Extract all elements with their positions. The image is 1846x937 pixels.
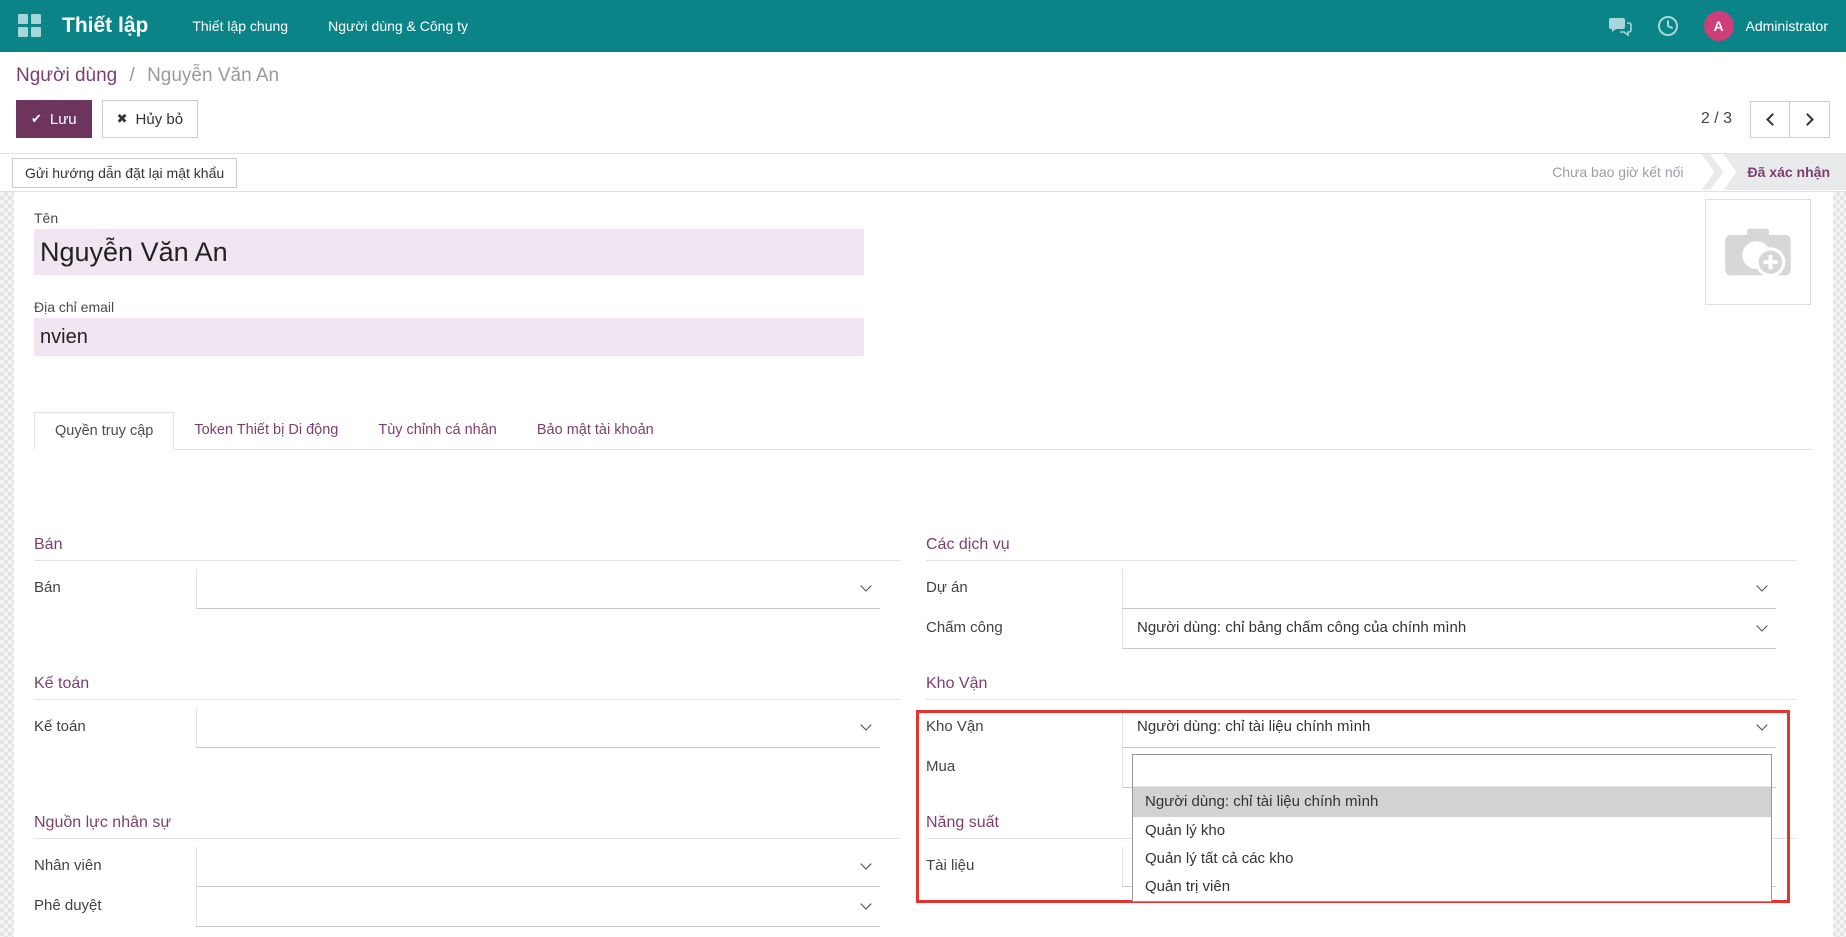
pager-next-button[interactable] bbox=[1790, 100, 1830, 138]
approvals-select[interactable] bbox=[196, 887, 880, 927]
chat-icon[interactable] bbox=[1608, 14, 1632, 38]
accounting-select[interactable] bbox=[196, 708, 880, 748]
employee-select[interactable] bbox=[196, 847, 880, 887]
chevron-down-icon bbox=[1756, 580, 1768, 592]
avatar-upload-box[interactable] bbox=[1705, 199, 1811, 305]
control-panel: Người dùng / Nguyễn Văn An ✔ Lưu ✖ Hủy b… bbox=[0, 52, 1846, 154]
chevron-down-icon bbox=[860, 858, 872, 870]
field-row-employee: Nhân viên bbox=[34, 847, 900, 887]
email-input[interactable] bbox=[34, 318, 864, 356]
check-icon: ✔ bbox=[31, 111, 42, 126]
dropdown-option-warehouse-manager[interactable]: Quản lý kho bbox=[1133, 817, 1771, 845]
field-row-timesheets: Chấm công Người dùng: chỉ bảng chấm công… bbox=[926, 609, 1796, 649]
dropdown-option-blank[interactable] bbox=[1133, 755, 1771, 787]
save-button[interactable]: ✔ Lưu bbox=[16, 100, 92, 138]
section-title-inventory: Kho Vận bbox=[926, 675, 1796, 700]
name-input[interactable] bbox=[34, 229, 864, 275]
tab-access-rights[interactable]: Quyền truy cập bbox=[34, 412, 175, 450]
reset-password-button[interactable]: Gửi hướng dẫn đặt lại mật khẩu bbox=[12, 157, 238, 188]
field-row-project: Dự án bbox=[926, 569, 1796, 609]
nav-menu: Thiết lập chung Người dùng & Công ty bbox=[192, 18, 468, 34]
chevron-down-icon bbox=[860, 719, 872, 731]
field-row-accounting: Kế toán bbox=[34, 708, 900, 748]
nav-item-general-settings[interactable]: Thiết lập chung bbox=[192, 18, 288, 34]
timesheets-select[interactable]: Người dùng: chỉ bảng chấm công của chính… bbox=[1122, 609, 1776, 649]
name-label: Tên bbox=[34, 210, 59, 226]
nav-item-users-companies[interactable]: Người dùng & Công ty bbox=[328, 18, 468, 34]
chevron-left-icon bbox=[1765, 112, 1779, 126]
chevron-down-icon bbox=[1756, 620, 1768, 632]
notebook-tabs: Quyền truy cập Token Thiết bị Di động Tù… bbox=[34, 412, 1813, 450]
breadcrumb: Người dùng / Nguyễn Văn An bbox=[16, 65, 1830, 87]
chevron-down-icon bbox=[860, 580, 872, 592]
pager-previous-button[interactable] bbox=[1750, 100, 1790, 138]
section-title-hr: Nguồn lực nhân sự bbox=[34, 814, 900, 839]
apps-grid-icon[interactable] bbox=[18, 14, 42, 38]
form-statusbar: Gửi hướng dẫn đặt lại mật khẩu Chưa bao … bbox=[0, 154, 1846, 192]
user-name[interactable]: Administrator bbox=[1746, 18, 1828, 34]
status-never-connected[interactable]: Chưa bao giờ kết nối bbox=[1552, 154, 1701, 190]
camera-plus-icon bbox=[1725, 228, 1791, 277]
chevron-right-icon bbox=[1801, 112, 1814, 126]
breadcrumb-separator: / bbox=[129, 65, 135, 86]
field-row-approvals: Phê duyệt bbox=[34, 887, 900, 927]
email-label: Địa chỉ email bbox=[34, 299, 115, 315]
sales-select[interactable] bbox=[196, 569, 880, 609]
status-confirmed[interactable]: Đã xác nhận bbox=[1723, 154, 1846, 190]
dropdown-option-all-warehouses[interactable]: Quản lý tất cả các kho bbox=[1133, 845, 1771, 873]
name-field-block: Tên bbox=[34, 210, 1813, 275]
statusbar: Chưa bao giờ kết nối Đã xác nhận bbox=[1552, 154, 1846, 190]
section-title-sales: Bán bbox=[34, 536, 900, 561]
field-row-sales: Bán bbox=[34, 569, 900, 609]
section-title-services: Các dịch vụ bbox=[926, 536, 1796, 561]
clock-icon[interactable] bbox=[1656, 14, 1680, 38]
x-icon: ✖ bbox=[116, 111, 128, 126]
status-arrow-icon bbox=[1701, 154, 1724, 190]
chevron-down-icon bbox=[1756, 719, 1768, 731]
field-row-inventory: Kho Vận Người dùng: chỉ tài liệu chính m… bbox=[926, 708, 1796, 748]
pager-counter: 2 / 3 bbox=[1700, 110, 1732, 127]
user-avatar[interactable]: A bbox=[1703, 11, 1734, 41]
app-title[interactable]: Thiết lập bbox=[62, 14, 148, 38]
chevron-down-icon bbox=[860, 898, 872, 910]
dropdown-option-administrator[interactable]: Quản trị viên bbox=[1133, 873, 1771, 901]
section-title-accounting: Kế toán bbox=[34, 675, 900, 700]
breadcrumb-users-link[interactable]: Người dùng bbox=[16, 65, 117, 86]
dropdown-option-user-own-documents[interactable]: Người dùng: chỉ tài liệu chính mình bbox=[1133, 787, 1771, 817]
inventory-select[interactable]: Người dùng: chỉ tài liệu chính mình bbox=[1122, 708, 1776, 748]
top-navbar: Thiết lập Thiết lập chung Người dùng & C… bbox=[0, 0, 1846, 52]
sheet-background: Tên Địa chỉ email Quyền truy cập Token T… bbox=[0, 192, 1846, 937]
tab-account-security[interactable]: Bảo mật tài khoản bbox=[517, 412, 674, 449]
inventory-select-dropdown: Người dùng: chỉ tài liệu chính mình Quản… bbox=[1132, 754, 1772, 902]
discard-button[interactable]: ✖ Hủy bỏ bbox=[101, 100, 199, 138]
project-select[interactable] bbox=[1122, 569, 1776, 609]
left-column: Bán Bán Kế toán Kế toán Nguồn lực nhân s… bbox=[34, 536, 900, 927]
user-form-sheet: Tên Địa chỉ email Quyền truy cập Token T… bbox=[14, 192, 1833, 937]
tab-preferences[interactable]: Tùy chỉnh cá nhân bbox=[358, 412, 517, 449]
email-field-block: Địa chỉ email bbox=[34, 299, 1813, 356]
tab-mobile-token[interactable]: Token Thiết bị Di động bbox=[174, 412, 358, 449]
breadcrumb-current: Nguyễn Văn An bbox=[147, 65, 280, 86]
